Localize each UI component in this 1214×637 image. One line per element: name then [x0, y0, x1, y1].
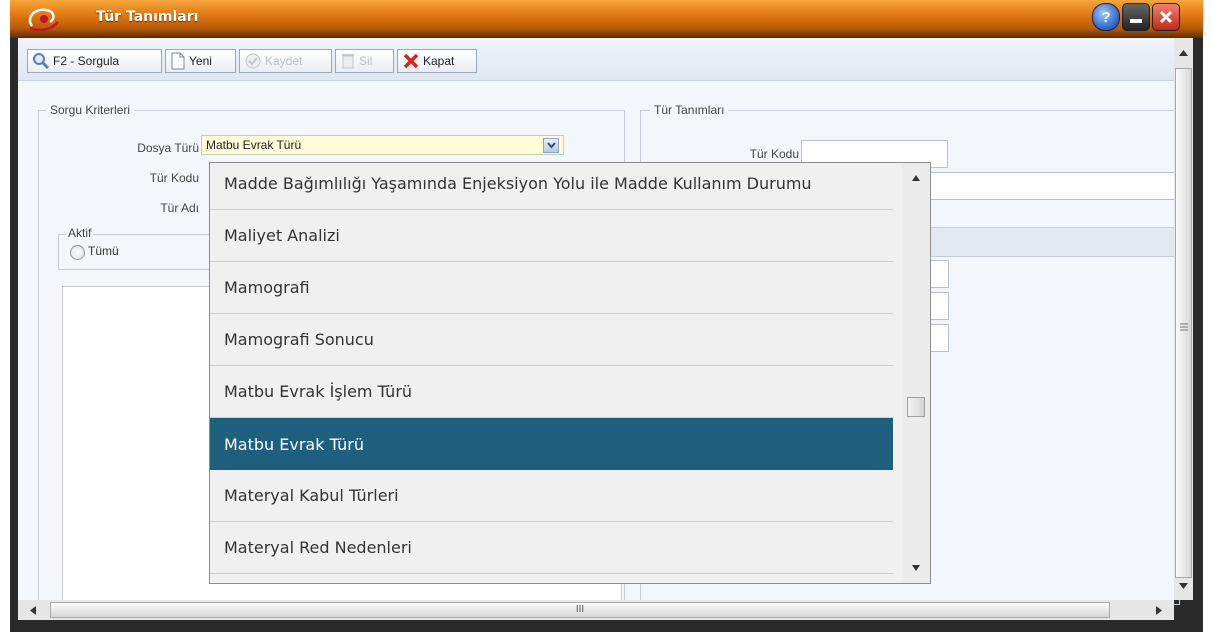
new-document-icon: [171, 52, 185, 70]
type-definitions-legend: Tür Tanımları: [650, 103, 729, 117]
dropdown-item[interactable]: [210, 574, 893, 583]
delete-button[interactable]: Sil: [335, 49, 394, 73]
save-label: Kaydet: [265, 54, 303, 68]
close-button[interactable]: Kapat: [397, 49, 477, 73]
dropdown-item[interactable]: Mamografi Sonucu: [210, 314, 893, 366]
vertical-scrollbar[interactable]: [1174, 38, 1193, 600]
scroll-right-arrow-icon[interactable]: [1156, 606, 1162, 615]
dropdown-item[interactable]: Materyal Kabul Türleri: [210, 470, 893, 522]
type-code-label: Tür Kodu: [149, 171, 199, 185]
help-button[interactable]: ?: [1092, 3, 1120, 31]
dropdown-scroll-thumb[interactable]: [907, 397, 925, 417]
all-radio-label: Tümü: [88, 244, 119, 258]
scroll-left-arrow-icon[interactable]: [30, 606, 36, 615]
dropdown-item-label: Matbu Evrak İşlem Türü: [224, 382, 413, 401]
dropdown-item-label: Mamografi: [224, 278, 310, 297]
grip-icon: [1180, 323, 1188, 331]
new-button[interactable]: Yeni: [165, 49, 236, 73]
window-title: Tür Tanımları: [96, 9, 199, 25]
scroll-down-arrow-icon[interactable]: [1179, 583, 1188, 589]
dropdown-item-label: Mamografi Sonucu: [224, 330, 374, 349]
dropdown-item-selected[interactable]: Matbu Evrak Türü: [210, 418, 893, 470]
vertical-scroll-thumb[interactable]: [1175, 68, 1192, 578]
active-legend: Aktif: [66, 226, 94, 240]
dropdown-item-label: Madde Bağımlılığı Yaşamında Enjeksiyon Y…: [224, 174, 812, 193]
new-label: Yeni: [189, 54, 212, 68]
scroll-down-arrow-icon[interactable]: [912, 565, 920, 571]
scroll-up-arrow-icon[interactable]: [912, 175, 920, 181]
close-window-button[interactable]: [1152, 3, 1180, 31]
chevron-down-icon[interactable]: [543, 138, 559, 153]
dropdown-item-label: Materyal Kabul Türleri: [224, 486, 399, 505]
question-icon: ?: [1101, 8, 1111, 26]
dropdown-item[interactable]: Maliyet Analizi: [210, 210, 893, 262]
app-logo-icon: [28, 8, 59, 32]
file-type-select[interactable]: Matbu Evrak Türü: [201, 135, 564, 155]
dropdown-item[interactable]: Matbu Evrak İşlem Türü: [210, 366, 893, 418]
def-type-code-label: Tür Kodu: [749, 147, 799, 161]
query-criteria-legend: Sorgu Kriterleri: [46, 103, 135, 117]
main-content: F2 - Sorgula Yeni Kaydet Sil Kapat Sorgu…: [18, 38, 1180, 605]
title-bar[interactable]: Tür Tanımları ?: [10, 0, 1203, 38]
checkmark-icon: [245, 53, 261, 69]
dropdown-item-label: Materyal Red Nedenleri: [224, 538, 412, 557]
scroll-up-arrow-icon[interactable]: [1179, 50, 1188, 56]
horizontal-scrollbar[interactable]: III: [18, 600, 1174, 620]
close-label: Kapat: [423, 54, 455, 68]
trash-icon: [342, 54, 354, 69]
minimize-button[interactable]: [1122, 3, 1150, 31]
save-button[interactable]: Kaydet: [239, 49, 332, 73]
def-type-name-input[interactable]: [921, 172, 1176, 200]
red-x-icon: [403, 53, 419, 69]
dropdown-item-label: Maliyet Analizi: [224, 226, 340, 245]
horizontal-scroll-thumb[interactable]: III: [50, 602, 1110, 618]
dropdown-scrollbar[interactable]: [902, 163, 930, 583]
dropdown-item-label: Matbu Evrak Türü: [224, 434, 365, 454]
toolbar: F2 - Sorgula Yeni Kaydet Sil Kapat: [18, 40, 1174, 81]
query-label: F2 - Sorgula: [53, 54, 120, 68]
minimize-icon: [1130, 19, 1142, 23]
query-button[interactable]: F2 - Sorgula: [27, 49, 162, 73]
all-radio[interactable]: [70, 245, 85, 260]
file-type-dropdown-list[interactable]: Madde Bağımlılığı Yaşamında Enjeksiyon Y…: [209, 162, 931, 584]
close-icon: [1159, 10, 1173, 24]
def-header-strip: [921, 227, 1176, 257]
file-type-label: Dosya Türü: [137, 141, 199, 155]
dropdown-item[interactable]: Mamografi: [210, 262, 893, 314]
dropdown-item[interactable]: Madde Bağımlılığı Yaşamında Enjeksiyon Y…: [210, 163, 893, 210]
file-type-value: Matbu Evrak Türü: [206, 138, 302, 152]
grip-icon: III: [575, 604, 585, 615]
delete-label: Sil: [359, 54, 373, 68]
dropdown-item[interactable]: Materyal Red Nedenleri: [210, 522, 893, 574]
app-window: Tür Tanımları ? F2 - Sorgula Yeni Kaydet: [10, 0, 1203, 632]
magnifier-icon: [33, 53, 50, 70]
type-name-label: Tür Adı: [160, 201, 199, 215]
